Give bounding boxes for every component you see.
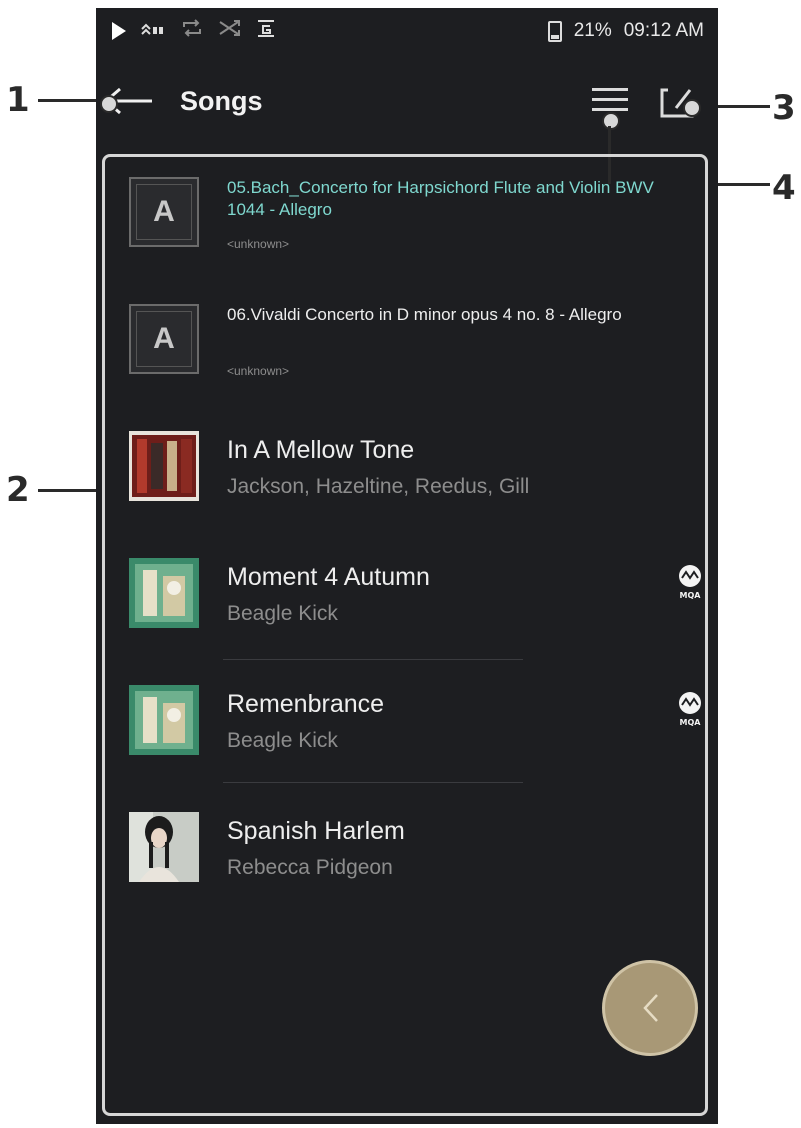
song-title: 06.Vivaldi Concerto in D minor opus 4 no… (227, 305, 622, 324)
song-item[interactable]: Spanish Harlem Rebecca Pidgeon (129, 812, 689, 912)
page-title: Songs (180, 86, 263, 116)
divider (223, 659, 523, 660)
song-title: In A Mellow Tone (227, 436, 415, 464)
song-artist: Beagle Kick (227, 729, 338, 752)
mqa-icon: MQA (675, 564, 705, 600)
song-title: Moment 4 Autumn (227, 563, 430, 591)
phone-screen: 21% 09:12 AM Songs A 05.Bach_Concerto fo… (96, 8, 718, 1124)
album-art (129, 558, 199, 628)
status-bar: 21% 09:12 AM (96, 8, 718, 54)
song-artist: Jackson, Hazeltine, Reedus, Gill (227, 475, 530, 498)
song-item[interactable]: A 05.Bach_Concerto for Harpsichord Flute… (129, 177, 689, 277)
app-bar: Songs (96, 66, 718, 136)
song-item[interactable]: Remenbrance Beagle Kick MQA (129, 685, 701, 785)
song-artist: Beagle Kick (227, 602, 338, 625)
song-title: Spanish Harlem (227, 817, 405, 845)
callout-2: 2 (6, 470, 30, 510)
callout-1: 1 (6, 80, 30, 120)
svg-text:MQA: MQA (680, 718, 702, 727)
song-artist: <unknown> (227, 364, 290, 378)
mqa-icon: MQA (675, 691, 705, 727)
shuffle-icon (218, 19, 242, 43)
repeat-icon (180, 19, 204, 43)
song-item[interactable]: A 06.Vivaldi Concerto in D minor opus 4 … (129, 304, 689, 404)
svg-text:MQA: MQA (680, 591, 702, 600)
song-artist: Rebecca Pidgeon (227, 856, 393, 879)
hires-icon (140, 22, 166, 41)
song-title: 05.Bach_Concerto for Harpsichord Flute a… (227, 178, 654, 219)
callout-4-dot (602, 112, 620, 130)
clock: 09:12 AM (623, 20, 704, 41)
album-art (129, 812, 199, 882)
divider (223, 782, 523, 783)
album-art (129, 431, 199, 501)
album-art (129, 685, 199, 755)
album-art-default: A (129, 304, 199, 374)
gapless-icon (256, 18, 276, 44)
battery-icon (547, 20, 562, 42)
song-title: Remenbrance (227, 690, 385, 718)
callout-2-line (38, 489, 102, 492)
play-icon (112, 22, 126, 40)
song-artist: <unknown> (227, 237, 290, 251)
callout-1-dot (100, 95, 118, 113)
song-item[interactable]: Moment 4 Autumn Beagle Kick MQA (129, 558, 701, 658)
callout-3: 3 (772, 88, 796, 128)
song-item[interactable]: In A Mellow Tone Jackson, Hazeltine, Ree… (129, 431, 689, 531)
collapse-panel-button[interactable] (602, 960, 698, 1056)
callout-3-dot (683, 99, 701, 117)
chevron-left-icon (643, 994, 658, 1022)
album-art-default: A (129, 177, 199, 247)
callout-4: 4 (772, 168, 796, 208)
battery-level: 21% (573, 20, 612, 41)
